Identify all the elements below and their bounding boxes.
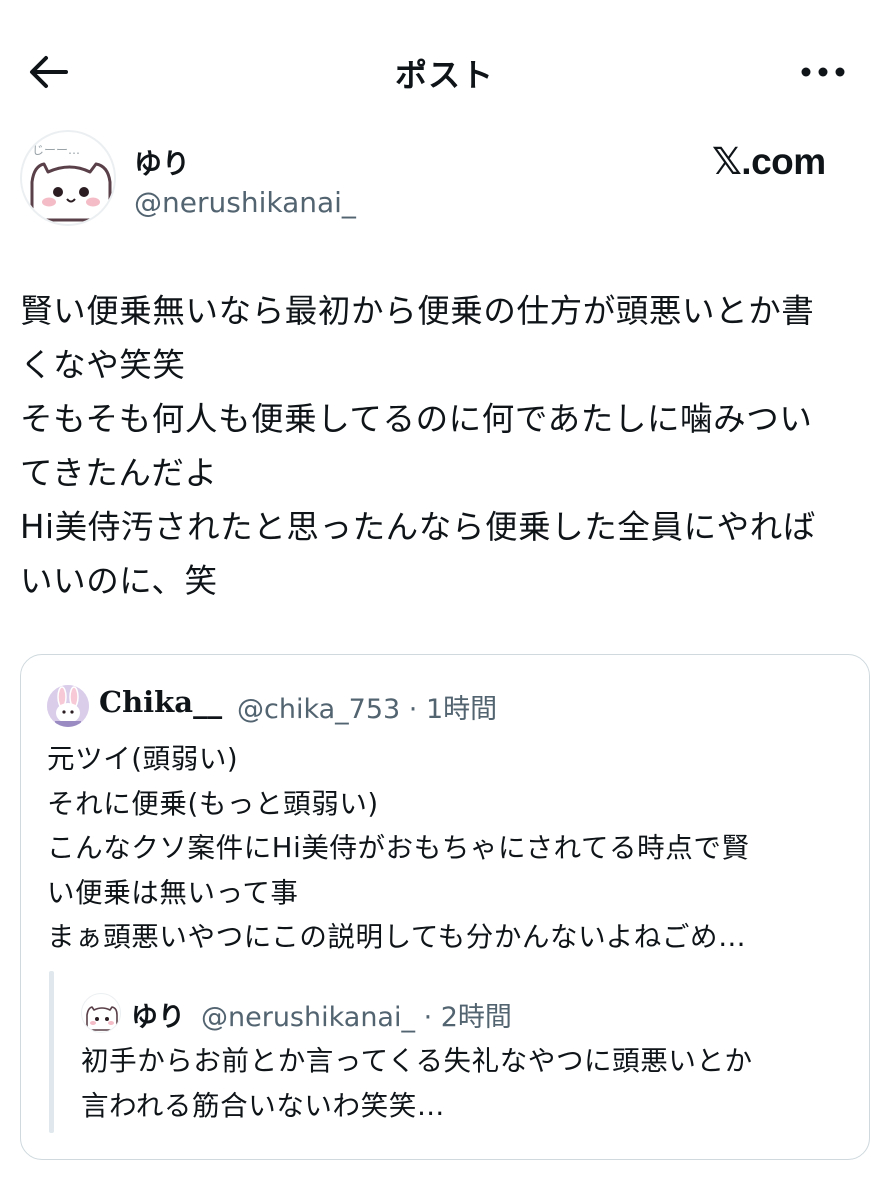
quoted-line: い便乗は無いって事 (47, 876, 299, 909)
post-line: Hi美侍汚されたと思ったんなら便乗した全員にやれば (20, 508, 816, 546)
quoted-line: それに便乗(もっと頭弱い) (47, 787, 379, 820)
avatar-caption: じーー… (32, 143, 80, 157)
rabbit-avatar-icon (47, 685, 89, 727)
post-line: 賢い便乗無いなら最初から便乗の仕方が頭悪いとか書 (20, 292, 815, 330)
quoted-author-name: Chika__ (99, 685, 223, 719)
nested-line: 初手からお前とか言ってくる失礼なやつに頭悪いとか (81, 1045, 753, 1077)
cat-avatar-icon: じーー… (30, 143, 112, 222)
quoted-line: こんなクソ案件にHi美侍がおもちゃにされてる時点で賢 (47, 832, 750, 864)
x-brand-watermark: 𝕏.com (712, 141, 826, 182)
cat-avatar-icon (86, 1006, 118, 1031)
author-handle[interactable]: @nerushikanai_ (134, 186, 356, 219)
quoted-author-avatar (47, 685, 89, 727)
nested-quote-bar (49, 971, 54, 1133)
nested-post-text: 初手からお前とか言ってくる失礼なやつに頭悪いとか 言われる筋合いないわ笑笑… (81, 1039, 851, 1128)
quoted-post-text: 元ツイ(頭弱い) それに便乗(もっと頭弱い) こんなクソ案件にHi美侍がおもちゃ… (47, 737, 847, 960)
nested-author-meta: @nerushikanai_ · 2時間 (201, 1002, 512, 1033)
quoted-post-card[interactable]: Chika__ @chika_753 · 1時間 元ツイ(頭弱い) それに便乗(… (20, 654, 870, 1160)
quoted-author-meta: @chika_753 · 1時間 (237, 694, 498, 725)
page-title: ポスト (394, 56, 494, 94)
nested-line: 言われる筋合いないわ笑笑… (81, 1089, 445, 1122)
post-line: そもそも何人も便乗してるのに何であたしに噛みつい (20, 400, 813, 438)
nested-author-avatar (81, 993, 121, 1033)
post-text: 賢い便乗無いなら最初から便乗の仕方が頭悪いとか書 くなや笑笑 そもそも何人も便乗… (20, 284, 870, 608)
author-avatar[interactable]: じーー… (20, 130, 116, 226)
nested-author-name: ゆり (131, 1002, 185, 1033)
post-line: くなや笑笑 (20, 346, 186, 384)
post-detail-page: ポスト じーー… ゆり @nerushikanai_ 𝕏.com 賢い便乗無いな… (0, 0, 889, 1200)
quoted-line: 元ツイ(頭弱い) (47, 743, 239, 775)
top-bar: ポスト (0, 0, 889, 140)
author-name[interactable]: ゆり (134, 142, 190, 182)
quoted-line: まぁ頭悪いやつにこの説明しても分かんないよねごめ… (47, 921, 747, 953)
post-line: いいのに、笑 (20, 562, 218, 600)
post-line: てきたんだよ (20, 454, 218, 492)
more-options-button[interactable] (796, 56, 852, 88)
more-horizontal-icon (801, 67, 845, 77)
